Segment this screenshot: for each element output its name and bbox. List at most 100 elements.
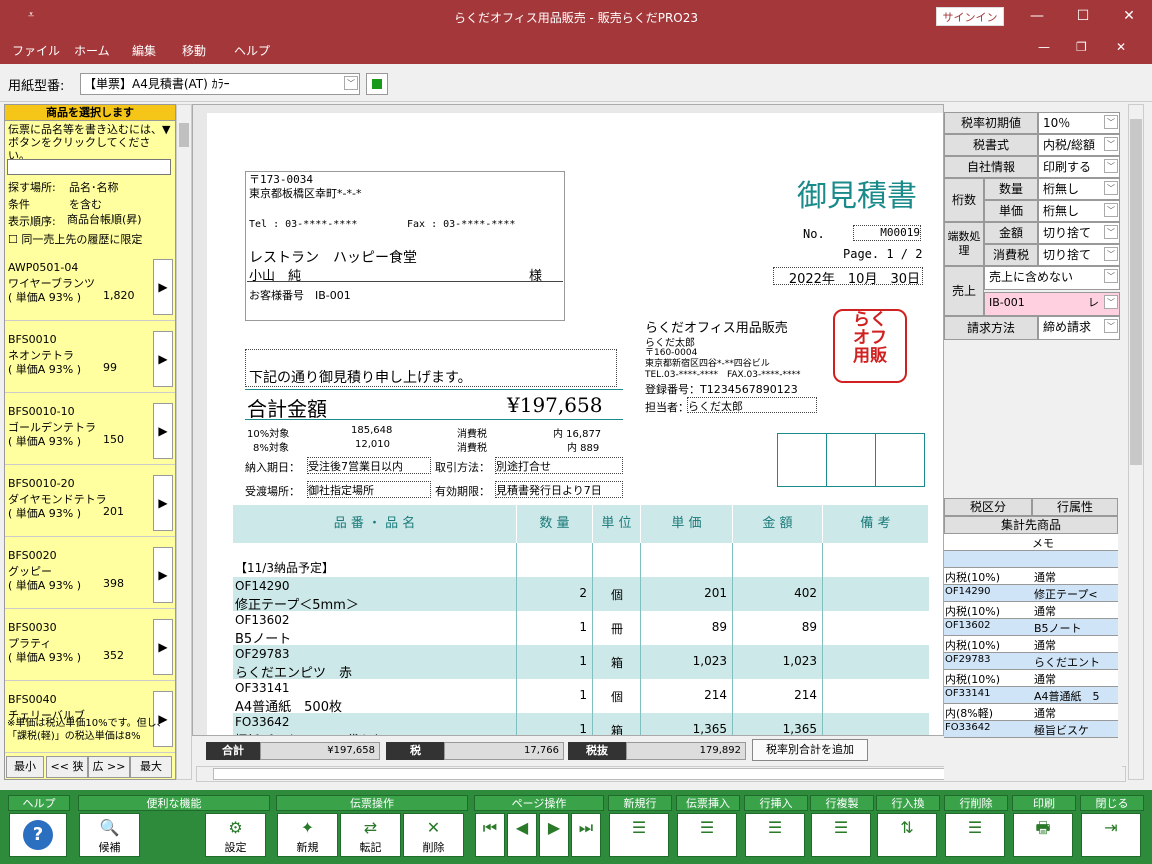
- page-button[interactable]: ▶: [539, 813, 569, 857]
- product-scrollbar[interactable]: [176, 104, 192, 780]
- quote-number[interactable]: M00019: [853, 225, 921, 241]
- document-scrollbar[interactable]: [1128, 104, 1144, 780]
- order-select[interactable]: 商品台帳順(昇): [67, 211, 167, 227]
- search-where-value[interactable]: 品名･名称: [69, 179, 119, 195]
- delete-row-button[interactable]: ☰: [945, 813, 1005, 857]
- width-max-button[interactable]: 最大: [130, 756, 172, 778]
- valid-value[interactable]: 見積書発行日より7日: [495, 481, 623, 498]
- maximize-icon[interactable]: ☐: [1068, 5, 1098, 27]
- scroll-thumb[interactable]: [179, 123, 189, 147]
- form-type-select[interactable]: 【単票】A4見積書(AT) ｶﾗｰ ﹀: [80, 73, 360, 95]
- width-narrow-button[interactable]: << 狭: [46, 756, 88, 778]
- qty-digits-select[interactable]: 桁無し ﹀: [1038, 178, 1120, 200]
- cond-value[interactable]: を含む: [69, 196, 102, 212]
- select-arrow-icon[interactable]: ▶: [153, 403, 173, 459]
- product-item[interactable]: BFS0030 プラティ( 単価A 93% ) 352 ▶: [5, 613, 175, 681]
- tax-method-select[interactable]: 内税/総額 ﹀: [1038, 134, 1120, 156]
- select-arrow-icon[interactable]: ▶: [153, 259, 173, 315]
- tax-rate-select[interactable]: 10％ ﹀: [1038, 112, 1120, 134]
- chevron-down-icon[interactable]: ﹀: [1104, 269, 1118, 283]
- chevron-down-icon[interactable]: ﹀: [1104, 295, 1118, 309]
- billing-select[interactable]: 締め請求 ﹀: [1038, 316, 1120, 340]
- menu-move[interactable]: 移動: [182, 42, 206, 59]
- menu-file[interactable]: ファイル: [12, 42, 60, 59]
- form-apply-button[interactable]: [366, 73, 388, 95]
- width-wide-button[interactable]: 広 >>: [88, 756, 130, 778]
- slip-button[interactable]: ✦ 新規: [277, 813, 338, 857]
- grid-row-attr[interactable]: 内税(10%) 通常: [944, 602, 1118, 619]
- amount-fraction-select[interactable]: 切り捨て ﹀: [1038, 222, 1120, 244]
- tools-button[interactable]: 🔍 候補: [79, 813, 140, 857]
- select-arrow-icon[interactable]: ▶: [153, 547, 173, 603]
- table-row[interactable]: OF29783 らくだエンピツ 赤 1 箱 1,023 1,023: [233, 645, 929, 681]
- sales-select[interactable]: 売上に含めない ﹀: [984, 266, 1120, 290]
- chevron-down-icon[interactable]: ﹀: [344, 76, 358, 90]
- minimize-icon[interactable]: —: [1022, 5, 1052, 27]
- history-checkbox[interactable]: ☐ 同一売上先の履歴に限定: [8, 231, 142, 247]
- own-info-select[interactable]: 印刷する ﹀: [1038, 156, 1120, 178]
- grid-row-item[interactable]: FO33642 極旨ビスケ: [944, 721, 1118, 738]
- copy-row-button[interactable]: ☰: [811, 813, 871, 857]
- grid-row-attr[interactable]: 内税(10%) 通常: [944, 636, 1118, 653]
- insert-slip-button[interactable]: ☰: [677, 813, 737, 857]
- place-value[interactable]: 御社指定場所: [307, 481, 431, 498]
- chevron-down-icon[interactable]: ﹀: [1104, 247, 1118, 261]
- select-arrow-icon[interactable]: ▶: [153, 475, 173, 531]
- chevron-down-icon[interactable]: ﹀: [1104, 159, 1118, 173]
- product-item[interactable]: AWP0501-04 ワイヤーブランツ( 単価A 93% ) 1,820 ▶: [5, 253, 175, 321]
- customer-name[interactable]: レストラン ハッピー食堂: [249, 247, 417, 267]
- terms-value[interactable]: 別途打合せ: [495, 457, 623, 474]
- tax-fraction-select[interactable]: 切り捨て ﹀: [1038, 244, 1120, 266]
- chevron-down-icon[interactable]: ﹀: [1104, 319, 1118, 333]
- add-tax-summary-button[interactable]: 税率別合計を追加: [752, 739, 868, 761]
- select-arrow-icon[interactable]: ▶: [153, 619, 173, 675]
- chevron-down-icon[interactable]: ﹀: [1104, 181, 1118, 195]
- page-button[interactable]: ◀: [507, 813, 537, 857]
- page-button[interactable]: ⏮: [475, 813, 505, 857]
- new-row-button[interactable]: ☰: [609, 813, 669, 857]
- grid-row-memo[interactable]: メモ: [944, 534, 1118, 551]
- slip-button[interactable]: ✕ 削除: [403, 813, 464, 857]
- quote-date[interactable]: 2022年 10月 30日: [773, 267, 923, 287]
- grid-row-attr[interactable]: 内税(10%) 通常: [944, 568, 1118, 585]
- ribbon-minimize-icon[interactable]: —: [1038, 40, 1050, 54]
- product-item[interactable]: BFS0010 ネオンテトラ( 単価A 93% ) 99 ▶: [5, 325, 175, 393]
- table-row[interactable]: OF14290 修正テープ＜5mm＞ 2 個 201 402: [233, 577, 929, 613]
- delivery-value[interactable]: 受注後7営業日以内: [307, 457, 431, 474]
- print-button[interactable]: 🖶: [1013, 813, 1073, 857]
- product-item[interactable]: BFS0020 グッピー( 単価A 93% ) 398 ▶: [5, 541, 175, 609]
- close-button[interactable]: ⇥: [1081, 813, 1141, 857]
- grid-row-item[interactable]: OF29783 らくだエント: [944, 653, 1118, 670]
- grid-row-item[interactable]: OF33141 A4普通紙 5: [944, 687, 1118, 704]
- product-search-input[interactable]: [7, 159, 171, 175]
- product-item[interactable]: BFS0010-20 ダイヤモンドテトラ( 単価A 93% ) 201 ▶: [5, 469, 175, 537]
- page-button[interactable]: ⏭: [571, 813, 601, 857]
- doc-scroll-thumb[interactable]: [1130, 119, 1142, 465]
- doc-close-icon[interactable]: ✕: [1116, 40, 1126, 54]
- chevron-down-icon[interactable]: ﹀: [1104, 137, 1118, 151]
- unit-digits-select[interactable]: 桁無し ﹀: [1038, 200, 1120, 222]
- chevron-down-icon[interactable]: ﹀: [1104, 225, 1118, 239]
- close-icon[interactable]: ✕: [1114, 5, 1144, 27]
- menu-edit[interactable]: 編集: [132, 42, 156, 59]
- width-min-button[interactable]: 最小: [6, 756, 44, 778]
- chevron-down-icon[interactable]: ﹀: [1104, 115, 1118, 129]
- swap-row-button[interactable]: ⇅: [877, 813, 937, 857]
- product-item[interactable]: BFS0010-10 ゴールデンテトラ( 単価A 93% ) 150 ▶: [5, 397, 175, 465]
- chevron-down-icon[interactable]: ﹀: [1104, 203, 1118, 217]
- table-row[interactable]: OF13602 B5ノート 1 冊 89 89: [233, 611, 929, 647]
- tools-button[interactable]: ⚙ 設定: [205, 813, 266, 857]
- tanto-value[interactable]: らくだ太郎: [687, 397, 817, 413]
- menu-home[interactable]: ホーム: [74, 42, 110, 59]
- insert-row-button[interactable]: ☰: [745, 813, 805, 857]
- select-arrow-icon[interactable]: ▶: [153, 331, 173, 387]
- help-button[interactable]: ?: [9, 813, 67, 857]
- menu-help[interactable]: ヘルプ: [234, 42, 270, 59]
- grid-row-attr[interactable]: 内(8%軽) 通常: [944, 704, 1118, 721]
- sales-customer-select[interactable]: IB-001 レ ﹀: [984, 292, 1120, 316]
- table-row[interactable]: FO33642極旨ビスケット 12袋入り1箱1,3651,365: [233, 713, 929, 735]
- slip-button[interactable]: ⇄ 転記: [340, 813, 401, 857]
- signin-button[interactable]: サインイン: [936, 7, 1004, 26]
- grid-row-blank[interactable]: [944, 551, 1118, 568]
- grid-row-attr[interactable]: 内税(10%) 通常: [944, 670, 1118, 687]
